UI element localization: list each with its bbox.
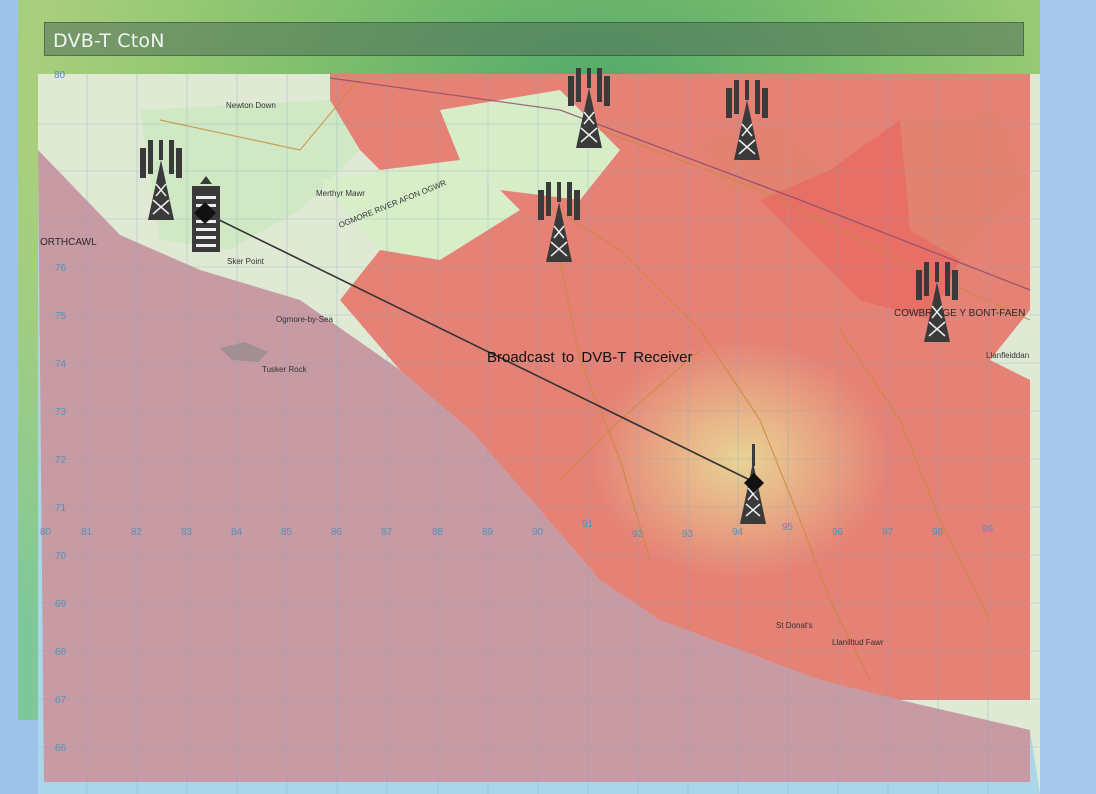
easting-label: 83: [181, 527, 193, 538]
northing-label: 73: [55, 407, 67, 418]
northing-label: 69: [55, 599, 67, 610]
layer-title: DVB-T CtoN: [53, 30, 165, 52]
easting-label: 94: [732, 527, 744, 538]
easting-label: 98: [932, 527, 944, 538]
easting-label: 80: [40, 527, 52, 538]
easting-label: 84: [231, 527, 243, 538]
northing-label: 67: [55, 695, 67, 706]
receiver-glow: [590, 340, 890, 580]
coverage-map[interactable]: 80 81 82 83 84 85 86 87 88 89 90 91 92 9…: [0, 0, 1096, 794]
place-label-st-donats: St Donat's: [776, 621, 813, 630]
northing-label: 76: [55, 263, 67, 274]
northing-label: 72: [55, 455, 67, 466]
easting-label: 88: [432, 527, 444, 538]
place-label-porthcawl: ORTHCAWL: [40, 237, 97, 248]
northing-label: 71: [55, 503, 67, 514]
easting-label: 89: [482, 527, 494, 538]
place-label-llanfleiddan: Llanfleiddan: [986, 351, 1029, 360]
place-label-ogmore-by-sea: Ogmore-by-Sea: [276, 315, 333, 324]
easting-label: 86: [331, 527, 343, 538]
northing-label: 68: [55, 647, 67, 658]
easting-label: 97: [882, 527, 894, 538]
easting-label: 99: [982, 524, 994, 535]
northing-label: 80: [54, 70, 66, 81]
place-label-tusker-rock: Tusker Rock: [262, 365, 308, 374]
easting-label: 82: [131, 527, 143, 538]
layer-title-bar[interactable]: DVB-T CtoN: [44, 22, 1024, 56]
easting-label: 90: [532, 527, 544, 538]
place-label-merthyr-mawr: Merthyr Mawr: [316, 189, 365, 198]
place-label-newton-down: Newton Down: [226, 101, 276, 110]
easting-label: 87: [381, 527, 393, 538]
place-label-llantwit-major: Llanilltud Fawr: [832, 638, 884, 647]
northing-label: 66: [55, 743, 67, 754]
northing-label: 70: [55, 551, 67, 562]
easting-label: 81: [81, 527, 93, 538]
place-label-cowbridge: COWBRIDGE Y BONT-FAEN: [894, 308, 1025, 319]
northing-label: 74: [55, 359, 67, 370]
easting-label: 96: [832, 527, 844, 538]
easting-label: 91: [582, 519, 594, 530]
link-label: Broadcast to DVB-T Receiver: [487, 349, 693, 366]
easting-label: 93: [682, 529, 694, 540]
easting-label: 95: [782, 522, 794, 533]
easting-label: 85: [281, 527, 293, 538]
easting-label: 92: [632, 529, 644, 540]
northing-label: 75: [55, 311, 67, 322]
place-label-sker-point: Sker Point: [227, 257, 265, 266]
